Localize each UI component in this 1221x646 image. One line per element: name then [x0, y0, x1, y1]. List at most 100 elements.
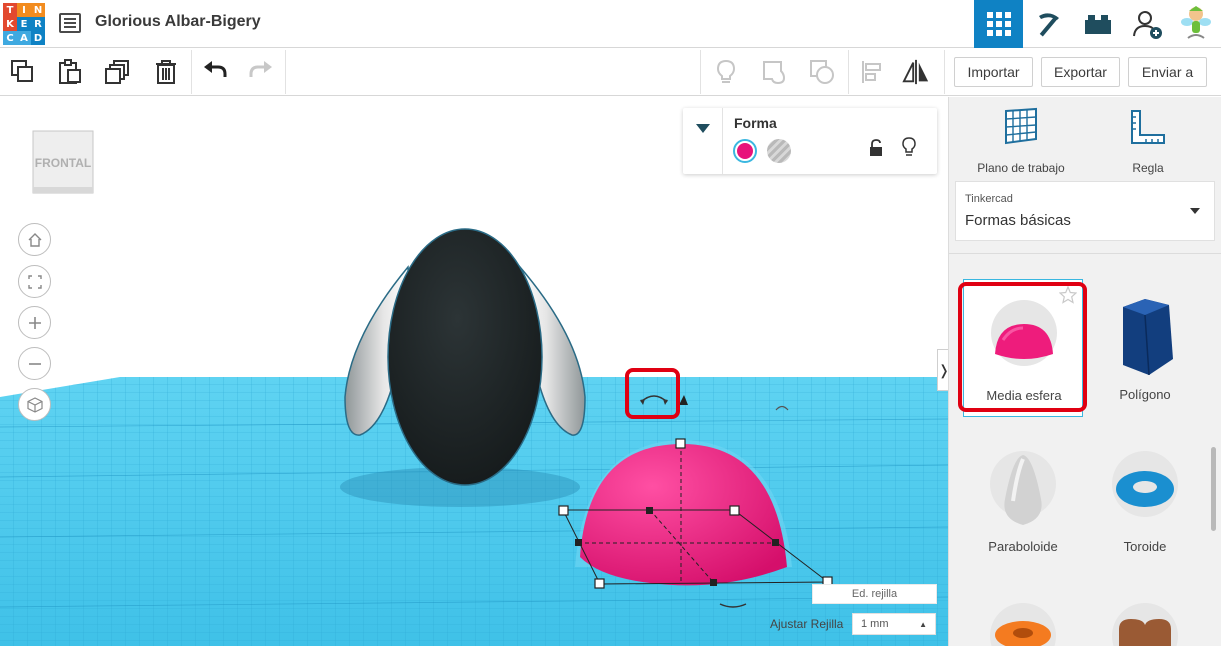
shape-name: Paraboloide: [988, 539, 1058, 554]
shape-torus[interactable]: Toroide: [1085, 431, 1205, 571]
logo-letter: C: [3, 31, 17, 45]
workplane-label: Plano de trabajo: [977, 161, 1065, 175]
grid-view-icon: [986, 12, 1011, 36]
paste-button[interactable]: [56, 58, 84, 86]
hole-button[interactable]: [767, 139, 791, 163]
design-title[interactable]: Glorious Albar-Bigery: [95, 13, 261, 31]
rotate-handle-highlight: [625, 368, 680, 419]
shape-polygon[interactable]: Polígono: [1085, 279, 1205, 419]
workplane-scene[interactable]: [0, 97, 948, 646]
export-button[interactable]: Exportar: [1041, 57, 1120, 87]
shape-paraboloid[interactable]: Paraboloide: [963, 431, 1083, 571]
tube-icon: [995, 621, 1051, 646]
shape-inspector: Forma: [683, 108, 937, 174]
logo-letter: D: [31, 31, 45, 45]
body-egg-shape[interactable]: [387, 228, 543, 486]
library-name: Formas básicas: [965, 212, 1071, 229]
show-hide-button[interactable]: [712, 58, 740, 86]
undo-icon: [204, 61, 227, 77]
home-icon: [28, 232, 41, 247]
logo-letter: K: [3, 17, 17, 31]
inspector-title: Forma: [734, 115, 777, 131]
perspective-icon: [26, 396, 43, 413]
tinkercad-logo[interactable]: T I N K E R C A D: [3, 3, 45, 45]
shape-library-select[interactable]: Tinkercad Formas básicas: [955, 181, 1215, 241]
zoom-in-icon: [28, 316, 41, 329]
inspector-collapse-button[interactable]: [683, 108, 723, 174]
duplicate-icon: [105, 60, 129, 84]
logo-letter: N: [31, 3, 45, 17]
caret-down-icon: [1190, 208, 1200, 214]
mirror-icon: [902, 59, 929, 85]
avatar-icon: [1180, 6, 1211, 39]
mirror-button[interactable]: [902, 58, 930, 86]
copy-icon: [11, 60, 33, 82]
shapes-panel: Plano de trabajo Regla Tinkercad Formas …: [948, 97, 1221, 646]
light-bulb-icon: [716, 59, 736, 83]
brick-icon: [1084, 15, 1111, 34]
shape-name: Toroide: [1123, 539, 1167, 554]
logo-letter: R: [31, 17, 45, 31]
bricks-view-button[interactable]: [1073, 0, 1122, 48]
blocks-view-button[interactable]: [1024, 0, 1073, 48]
ruler-icon: [1131, 110, 1165, 144]
invite-user-button[interactable]: [1122, 0, 1171, 48]
edit-grid-button[interactable]: Ed. rejilla: [812, 584, 937, 604]
top-bar: T I N K E R C A D Glorious Albar-Bigery: [0, 0, 1221, 48]
visibility-bulb-icon[interactable]: [901, 137, 917, 157]
paraboloid-icon: [1004, 455, 1042, 525]
zoom-out-icon: [28, 362, 41, 365]
view-cube-label: FRONTAL: [35, 156, 91, 170]
undo-button[interactable]: [201, 58, 229, 86]
shape-name: Polígono: [1119, 387, 1171, 402]
logo-letter: A: [17, 31, 31, 45]
snap-grid-value: 1 mm: [861, 618, 889, 630]
import-button[interactable]: Importar: [954, 57, 1033, 87]
workplane-icon: [1005, 107, 1037, 145]
edit-toolbar: Importar Exportar Enviar a: [0, 48, 1221, 96]
add-user-icon: [1132, 11, 1162, 39]
unlock-icon[interactable]: [868, 139, 884, 157]
panel-scrollbar[interactable]: [1211, 447, 1216, 531]
fit-view-button[interactable]: [18, 265, 51, 298]
torus-icon: [1116, 471, 1174, 507]
library-source: Tinkercad: [965, 193, 1013, 205]
logo-letter: T: [3, 3, 17, 17]
group-icon: [763, 61, 786, 85]
half-sphere-highlight: [958, 282, 1087, 412]
group-button[interactable]: [760, 58, 788, 86]
ruler-label: Regla: [1132, 161, 1164, 175]
duplicate-button[interactable]: [104, 58, 132, 86]
polygon-icon: [1123, 299, 1173, 376]
fit-icon: [27, 274, 42, 289]
align-button[interactable]: [858, 58, 886, 86]
home-view-button[interactable]: [18, 223, 51, 256]
shape-tube[interactable]: [963, 583, 1083, 646]
solid-color-button[interactable]: [733, 139, 757, 163]
design-menu-button[interactable]: [59, 13, 81, 33]
caret-up-icon: ▲: [919, 620, 927, 629]
trash-icon: [156, 60, 176, 84]
ungroup-button[interactable]: [808, 58, 836, 86]
view-cube[interactable]: FRONTAL: [28, 127, 98, 197]
perspective-button[interactable]: [18, 388, 51, 421]
grid-view-button[interactable]: [974, 0, 1023, 48]
send-to-button[interactable]: Enviar a: [1128, 57, 1207, 87]
snap-grid-select[interactable]: 1 mm ▲: [852, 613, 936, 635]
delete-button[interactable]: [152, 58, 180, 86]
logo-letter: I: [17, 3, 31, 17]
logo-letter: E: [17, 17, 31, 31]
redo-icon: [249, 61, 272, 77]
redo-button[interactable]: [247, 58, 275, 86]
3d-viewport[interactable]: FRONTAL Forma Ed. rejilla Ajustar Rejill…: [0, 97, 948, 646]
user-avatar[interactable]: [1171, 0, 1220, 48]
workplane-tool[interactable]: Plano de trabajo: [961, 107, 1081, 175]
shape-heart[interactable]: [1085, 583, 1205, 646]
zoom-out-button[interactable]: [18, 347, 51, 380]
snap-grid-label: Ajustar Rejilla: [770, 617, 844, 631]
copy-button[interactable]: [9, 58, 37, 86]
paste-icon: [59, 59, 81, 84]
caret-down-icon: [695, 124, 710, 133]
ruler-tool[interactable]: Regla: [1088, 107, 1208, 175]
zoom-in-button[interactable]: [18, 306, 51, 339]
